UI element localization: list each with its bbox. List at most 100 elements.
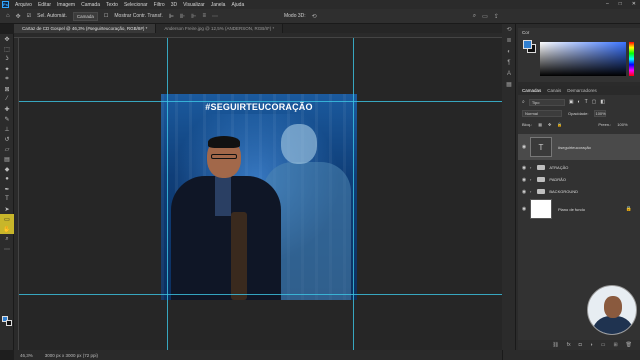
visibility-eye-icon[interactable]: ◉: [518, 144, 530, 150]
home-icon[interactable]: ⌂: [6, 13, 10, 19]
layer-row[interactable]: ◉ › ATRAÇÃO: [518, 162, 640, 173]
background-color-swatch[interactable]: [6, 320, 12, 326]
workspace-icon[interactable]: ▭: [482, 13, 488, 20]
lock-pixels-icon[interactable]: ▦: [538, 122, 542, 127]
lock-icon[interactable]: 🔒: [626, 206, 632, 212]
maximize-icon[interactable]: □: [619, 1, 622, 7]
edit-toolbar-icon[interactable]: ⋯: [0, 244, 14, 254]
visibility-eye-icon[interactable]: ◉: [518, 177, 530, 183]
brush-tool-icon[interactable]: ✎: [0, 114, 14, 124]
properties-icon[interactable]: ≣: [502, 35, 516, 46]
crop-tool-icon[interactable]: ⌗: [0, 74, 14, 84]
menu-item-janela[interactable]: Janela: [211, 2, 226, 8]
menu-item-3d[interactable]: 3D: [171, 2, 177, 8]
type-tool-icon[interactable]: T: [0, 194, 14, 204]
close-icon[interactable]: ✕: [632, 1, 636, 7]
gradient-tool-icon[interactable]: ▤: [0, 154, 14, 164]
menu-item-filtro[interactable]: Filtro: [154, 2, 165, 8]
align-right-icon[interactable]: ⊩: [191, 13, 196, 20]
chevron-right-icon[interactable]: ›: [530, 165, 531, 170]
layer-kind-dropdown[interactable]: Tipo: [528, 98, 565, 106]
layer-row[interactable]: ◉ Plano de fundo 🔒: [518, 196, 640, 222]
tab-cartaz-cd-gospel[interactable]: Cartaz de CD Gospel @ 46,3% (#seguirteuc…: [14, 24, 157, 33]
layer-row[interactable]: ◉ › PADRÃO: [518, 174, 640, 185]
canvas-area[interactable]: #SEGUIRTEUCORAÇÃO: [19, 38, 502, 350]
filter-shape-icon[interactable]: ▢: [592, 99, 597, 105]
menu-item-selecionar[interactable]: Selecionar: [124, 2, 148, 8]
eraser-tool-icon[interactable]: ▱: [0, 144, 14, 154]
menu-item-arquivo[interactable]: Arquivo: [15, 2, 32, 8]
hue-slider[interactable]: [629, 42, 634, 76]
guide-horizontal-bottom[interactable]: [19, 294, 502, 295]
menu-item-ajuda[interactable]: Ajuda: [231, 2, 244, 8]
new-group-icon[interactable]: ▭: [601, 342, 606, 348]
filter-smart-icon[interactable]: ◧: [600, 99, 605, 105]
lock-all-icon[interactable]: 🔒: [557, 122, 562, 127]
align-center-icon[interactable]: ⊪: [180, 13, 185, 20]
filter-type-icon[interactable]: T: [585, 99, 588, 105]
visibility-eye-icon[interactable]: ◉: [518, 206, 530, 212]
menu-item-visualizar[interactable]: Visualizar: [183, 2, 205, 8]
guide-horizontal-top[interactable]: [19, 101, 502, 102]
magic-wand-tool-icon[interactable]: ✦: [0, 64, 14, 74]
tab-anderson-freire[interactable]: Anderson Freire.jpg @ 12,5% (ANDERSON, R…: [156, 24, 284, 33]
blend-mode-dropdown[interactable]: Normal: [522, 109, 562, 117]
auto-select-checkbox[interactable]: ☑: [27, 13, 31, 19]
move-tool-icon[interactable]: ✥: [16, 13, 21, 20]
visibility-eye-icon[interactable]: ◉: [518, 165, 530, 171]
guide-vertical-left[interactable]: [167, 38, 168, 350]
chevron-right-icon[interactable]: ›: [530, 189, 531, 194]
new-layer-icon[interactable]: ⊞: [613, 342, 617, 348]
tab-demarcadores[interactable]: Demarcadores: [567, 88, 597, 93]
fill-input[interactable]: 100%: [617, 122, 627, 127]
opacity-input[interactable]: 100%: [594, 109, 607, 117]
minimize-icon[interactable]: –: [606, 1, 609, 7]
dodge-tool-icon[interactable]: ●: [0, 174, 14, 184]
eyedropper-tool-icon[interactable]: ⁄: [0, 94, 14, 104]
frame-tool-icon[interactable]: ⊠: [0, 84, 14, 94]
show-transform-checkbox[interactable]: ☐: [104, 13, 108, 19]
fg-color-swatch[interactable]: [523, 40, 532, 49]
distribute-icon[interactable]: ≡: [202, 13, 206, 19]
blur-tool-icon[interactable]: ◆: [0, 164, 14, 174]
pen-tool-icon[interactable]: ✒: [0, 184, 14, 194]
document-artboard[interactable]: #SEGUIRTEUCORAÇÃO: [161, 94, 357, 300]
trash-icon[interactable]: 🗑: [626, 342, 632, 348]
layer-row[interactable]: ◉ T #seguirteucoração: [518, 134, 640, 160]
rotate-3d-icon[interactable]: ⟲: [312, 13, 317, 20]
color-picker-field[interactable]: [540, 42, 626, 76]
menu-item-editar[interactable]: Editar: [38, 2, 51, 8]
search-icon[interactable]: ⌕: [473, 13, 476, 20]
share-icon[interactable]: ⇪: [494, 13, 499, 20]
adjustment-layer-icon[interactable]: ◑: [590, 342, 593, 348]
move-tool-icon[interactable]: ✥: [0, 34, 14, 44]
history-brush-tool-icon[interactable]: ↺: [0, 134, 14, 144]
history-icon[interactable]: ⟲: [502, 24, 516, 35]
fx-icon[interactable]: fx: [567, 342, 571, 348]
menu-item-camada[interactable]: Camada: [81, 2, 100, 8]
zoom-tool-icon[interactable]: ⌕: [0, 234, 14, 244]
menu-item-imagem[interactable]: Imagem: [57, 2, 75, 8]
shape-tool-icon[interactable]: ▭: [0, 214, 14, 224]
filter-adjust-icon[interactable]: ◐: [578, 99, 581, 105]
clone-stamp-tool-icon[interactable]: ⊥: [0, 124, 14, 134]
marquee-tool-icon[interactable]: ⬚: [0, 44, 14, 54]
tab-canais[interactable]: Canais: [547, 88, 561, 93]
filter-pixel-icon[interactable]: ▣: [569, 99, 574, 105]
color-swatches[interactable]: [2, 316, 12, 326]
auto-select-target-dropdown[interactable]: Camada: [72, 11, 98, 21]
more-options-icon[interactable]: ⋯: [212, 13, 218, 20]
visibility-eye-icon[interactable]: ◉: [518, 189, 530, 195]
path-selection-tool-icon[interactable]: ➤: [0, 204, 14, 214]
chevron-right-icon[interactable]: ›: [530, 177, 531, 182]
link-layers-icon[interactable]: ⛓: [552, 342, 558, 348]
zoom-level[interactable]: 46,3%: [20, 353, 33, 358]
paragraph-icon[interactable]: ¶: [502, 57, 516, 68]
tab-camadas[interactable]: Camadas: [522, 88, 541, 93]
hand-tool-icon[interactable]: ✋: [0, 224, 14, 234]
lock-position-icon[interactable]: ✥: [548, 122, 551, 127]
lasso-tool-icon[interactable]: ʖ: [0, 54, 14, 64]
libraries-icon[interactable]: ▦: [502, 79, 516, 90]
healing-brush-tool-icon[interactable]: ✚: [0, 104, 14, 114]
add-mask-icon[interactable]: ◘: [579, 342, 582, 348]
